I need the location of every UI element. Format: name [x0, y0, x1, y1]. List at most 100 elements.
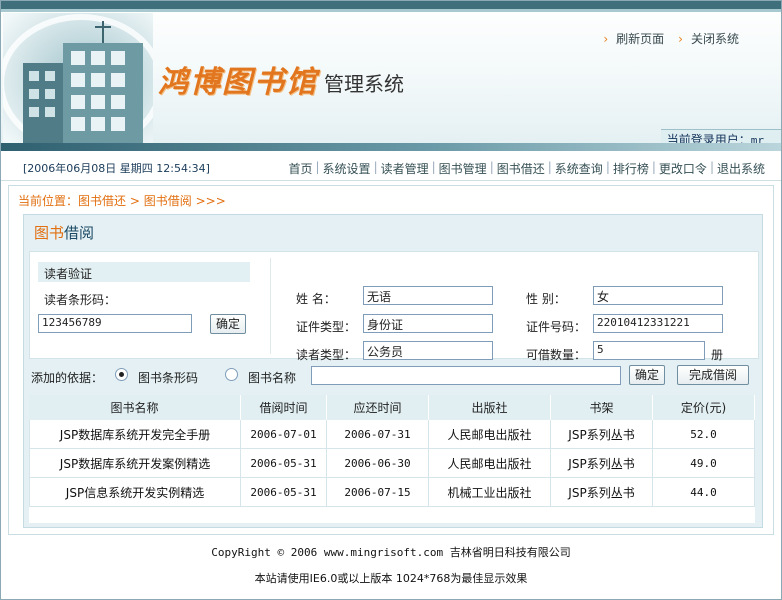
nav-separator: |	[431, 160, 436, 174]
radio-book-name[interactable]	[225, 368, 238, 381]
cell-publisher: 机械工业出版社	[429, 478, 551, 507]
refresh-page-label: 刷新页面	[616, 32, 665, 46]
cell-price: 52.0	[653, 420, 755, 449]
nav-separator: |	[605, 160, 610, 174]
name-field[interactable]: 无语	[363, 286, 493, 305]
reader-confirm-button[interactable]: 确定	[210, 314, 246, 334]
nav-reader-management[interactable]: 读者管理	[381, 160, 429, 177]
can-borrow-field[interactable]: 5	[593, 341, 705, 360]
can-borrow-label: 可借数量：	[526, 348, 587, 362]
radio-barcode[interactable]	[115, 368, 128, 381]
breadcrumb-book-borrow[interactable]: 图书借阅	[144, 194, 192, 208]
col-borrow-date: 借阅时间	[241, 395, 327, 420]
reader-verify-label: 读者验证	[38, 262, 250, 282]
table-row: JSP数据库系统开发案例精选 2006-05-31 2006-06-30 人民邮…	[29, 449, 755, 478]
breadcrumb-prefix: 当前位置：	[18, 194, 79, 208]
cell-borrow-date: 2006-05-31	[241, 449, 327, 478]
reader-type-label: 读者类型：	[296, 348, 357, 362]
id-number-field[interactable]: 22010412331221	[593, 314, 723, 333]
reader-barcode-label: 读者条形码：	[44, 293, 117, 307]
close-system-link[interactable]: › 关闭系统	[678, 30, 739, 47]
main-content: 当前位置：图书借还 > 图书借阅 >>> 图书借阅 读者验证 读者条形码： 12…	[8, 185, 774, 535]
nav-borrow-return[interactable]: 图书借还	[497, 160, 545, 177]
chevron-right-icon: ›	[603, 32, 609, 46]
table-row: JSP数据库系统开发完全手册 2006-07-01 2006-07-31 人民邮…	[29, 420, 755, 449]
finish-borrow-button[interactable]: 完成借阅	[677, 365, 749, 385]
nav-home[interactable]: 首页	[288, 160, 312, 177]
cell-due-date: 2006-07-31	[327, 420, 429, 449]
can-borrow-unit: 册	[711, 348, 724, 362]
cell-publisher: 人民邮电出版社	[429, 449, 551, 478]
nav-system-settings[interactable]: 系统设置	[323, 160, 371, 177]
nav-separator: |	[651, 160, 656, 174]
panel-title-a: 图书	[34, 224, 65, 242]
book-search-input[interactable]	[311, 366, 621, 385]
reader-type-field[interactable]: 公务员	[363, 341, 493, 360]
footer-copyright: CopyRight © 2006 www.mingrisoft.com 吉林省明…	[211, 546, 571, 559]
borrow-panel: 图书借阅 读者验证 读者条形码： 123456789 确定 姓 名： 无语 性 …	[23, 214, 763, 528]
id-type-label: 证件类型：	[296, 320, 357, 334]
nav-ranking[interactable]: 排行榜	[613, 160, 649, 177]
col-bookshelf: 书架	[551, 395, 653, 420]
radio-barcode-label: 图书条形码	[138, 371, 199, 385]
panel-title: 图书借阅	[34, 222, 94, 243]
id-type-field[interactable]: 身份证	[363, 314, 493, 333]
banner-top-stripe	[1, 1, 781, 9]
reader-info-box: 读者验证 读者条形码： 123456789 确定 姓 名： 无语 性 别： 女 …	[29, 251, 759, 362]
gender-label: 性 别：	[526, 292, 566, 306]
reader-barcode-input[interactable]: 123456789	[38, 314, 192, 333]
breadcrumb-separator: >	[129, 194, 140, 208]
banner-top-stripe-light	[1, 9, 781, 12]
library-building-image	[3, 13, 153, 145]
col-price: 定价(元)	[653, 395, 755, 420]
col-book-name: 图书名称	[29, 395, 241, 420]
banner-bottom-stripe	[1, 143, 781, 151]
header-banner: 鸿博图书馆 管理系统 › 刷新页面 › 关闭系统 当前登录用户：mr	[1, 1, 781, 151]
footer: CopyRight © 2006 www.mingrisoft.com 吉林省明…	[0, 544, 782, 586]
close-system-label: 关闭系统	[690, 32, 739, 46]
nav-system-query[interactable]: 系统查询	[555, 160, 603, 177]
nav-bar: [2006年06月08日 星期四 12:54:34] 首页 | 系统设置 | 读者管…	[1, 151, 781, 181]
refresh-page-link[interactable]: › 刷新页面	[603, 30, 664, 47]
cell-borrow-date: 2006-07-01	[241, 420, 327, 449]
logo-title: 鸿博图书馆	[158, 65, 318, 100]
breadcrumb-borrow-return[interactable]: 图书借还	[78, 194, 126, 208]
cell-bookshelf: JSP系列丛书	[551, 420, 653, 449]
cell-book-name: JSP数据库系统开发案例精选	[29, 449, 241, 478]
radio-book-name-label: 图书名称	[248, 371, 297, 385]
search-confirm-button[interactable]: 确定	[629, 365, 665, 385]
breadcrumb-tail: >>>	[195, 194, 226, 208]
nav-change-password[interactable]: 更改口令	[659, 160, 707, 177]
id-number-label: 证件号码：	[526, 320, 587, 334]
logo-subtitle: 管理系统	[324, 72, 404, 96]
cell-bookshelf: JSP系列丛书	[551, 449, 653, 478]
panel-title-b: 借阅	[64, 224, 95, 242]
nav-logout[interactable]: 退出系统	[717, 160, 765, 177]
footer-browser-note: 本站请使用IE6.0或以上版本 1024*768为最佳显示效果	[254, 572, 528, 585]
cell-due-date: 2006-06-30	[327, 449, 429, 478]
table-row: JSP信息系统开发实例精选 2006-05-31 2006-07-15 机械工业…	[29, 478, 755, 507]
gender-field[interactable]: 女	[593, 286, 723, 305]
datetime: [2006年06月08日 星期四 12:54:34]	[23, 162, 210, 175]
cell-bookshelf: JSP系列丛书	[551, 478, 653, 507]
col-publisher: 出版社	[429, 395, 551, 420]
cell-publisher: 人民邮电出版社	[429, 420, 551, 449]
divider	[270, 258, 271, 354]
add-basis-label: 添加的依据：	[31, 371, 104, 385]
nav-book-management[interactable]: 图书管理	[439, 160, 487, 177]
col-due-date: 应还时间	[327, 395, 429, 420]
cell-borrow-date: 2006-05-31	[241, 478, 327, 507]
table-header-row: 图书名称 借阅时间 应还时间 出版社 书架 定价(元)	[29, 395, 755, 420]
name-label: 姓 名：	[296, 292, 336, 306]
main-nav: 首页 | 系统设置 | 读者管理 | 图书管理 | 图书借还 | 系统查询 | 排行榜 | 更…	[288, 160, 765, 177]
borrow-table: 图书名称 借阅时间 应还时间 出版社 书架 定价(元) JSP数据库系统开发完全…	[29, 395, 755, 523]
nav-separator: |	[373, 160, 378, 174]
chevron-right-icon: ›	[678, 32, 683, 46]
nav-separator: |	[709, 160, 714, 174]
nav-separator: |	[489, 160, 494, 174]
nav-separator: |	[547, 160, 552, 174]
cell-book-name: JSP数据库系统开发完全手册	[29, 420, 241, 449]
app-logo: 鸿博图书馆 管理系统	[158, 53, 404, 101]
cell-book-name: JSP信息系统开发实例精选	[29, 478, 241, 507]
nav-separator: |	[315, 160, 320, 174]
